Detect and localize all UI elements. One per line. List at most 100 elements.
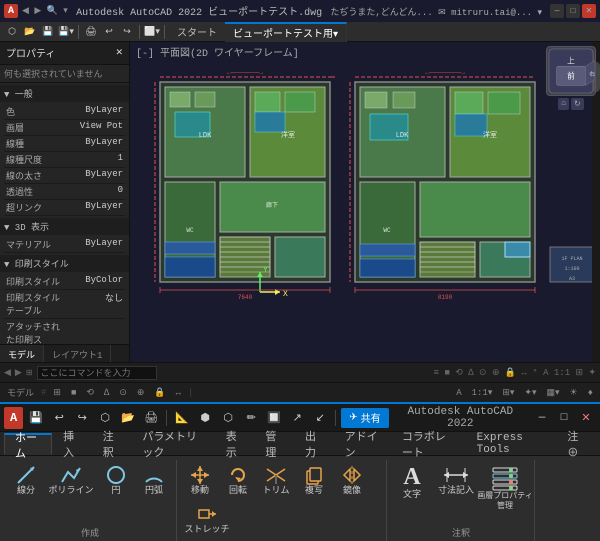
- status-viewport[interactable]: ⊞▾: [499, 388, 517, 398]
- tab-home[interactable]: ホーム: [4, 433, 52, 455]
- btn-layer-manager[interactable]: 画層プロパティ管理: [480, 462, 530, 513]
- group-modify: 移動 回転 トリム: [178, 460, 387, 541]
- qat-workspace[interactable]: ⬜▾: [144, 24, 160, 40]
- btn-copy[interactable]: 複写: [296, 462, 332, 499]
- bqat-new[interactable]: ⬡: [95, 408, 115, 428]
- status-ducs[interactable]: 🔒: [151, 388, 168, 398]
- bqat-plot[interactable]: 📐: [172, 408, 192, 428]
- window-controls-bottom: — □ ✕: [532, 408, 596, 428]
- bottom-maximize[interactable]: □: [554, 408, 574, 428]
- window-title: Autodesk AutoCAD 2022 ビューポートテスト.dwg: [68, 3, 331, 19]
- command-input[interactable]: [37, 366, 157, 380]
- status-misc[interactable]: ✦▾: [521, 388, 539, 398]
- status-workspace[interactable]: ☀: [567, 388, 581, 398]
- tab-viewport-test[interactable]: ビューポートテスト用▾: [225, 22, 347, 42]
- section-general[interactable]: ▼ 一般: [0, 85, 129, 102]
- model-indicator: ≡ ■ ⟲ ∆ ⊙ ⊕ 🔒 ↔ ° A 1:1 ⊞ ✦: [434, 368, 596, 378]
- panel-content[interactable]: ▼ 一般 色 ByLayer 画層 View Pot 線種 ByLayer 線種…: [0, 83, 129, 344]
- nav-home[interactable]: ⌂: [558, 98, 569, 110]
- bqat-print[interactable]: 🖨: [141, 408, 161, 428]
- status-ortho[interactable]: ⟲: [83, 388, 97, 398]
- status-snap[interactable]: ■: [68, 388, 79, 398]
- tab-view[interactable]: 表示: [215, 433, 255, 455]
- tab-manage[interactable]: 管理: [254, 433, 294, 455]
- bqat-undo[interactable]: ↩: [49, 408, 69, 428]
- status-scale[interactable]: 1:1▾: [469, 388, 496, 398]
- btn-move[interactable]: 移動: [182, 462, 218, 499]
- bqat-properties[interactable]: ✏: [241, 408, 261, 428]
- tab-model[interactable]: モデル: [0, 345, 44, 362]
- status-polar[interactable]: ∆: [101, 388, 112, 398]
- bqat-block[interactable]: 🔲: [264, 408, 284, 428]
- status-model[interactable]: モデル: [4, 386, 37, 399]
- tab-insert[interactable]: 挿入: [52, 433, 92, 455]
- svg-text:←—————————→: ←—————————→: [425, 69, 465, 76]
- tab-layout1[interactable]: レイアウト1: [44, 345, 111, 362]
- btn-dimension[interactable]: 寸法記入: [434, 462, 478, 499]
- btn-circle[interactable]: 円: [98, 462, 134, 499]
- qat-redo[interactable]: ↪: [119, 24, 135, 40]
- bqat-arrow1[interactable]: ↗: [287, 408, 307, 428]
- btn-rotate[interactable]: 回転: [220, 462, 256, 499]
- qat-open[interactable]: 📂: [22, 24, 38, 40]
- btn-mirror[interactable]: 鏡像: [334, 462, 370, 499]
- close-button[interactable]: ✕: [582, 4, 596, 18]
- qat-save[interactable]: 💾: [40, 24, 56, 40]
- status-otrack[interactable]: ⊕: [134, 388, 148, 398]
- minimize-button[interactable]: —: [550, 4, 564, 18]
- btn-arc[interactable]: 円弧: [136, 462, 172, 499]
- nav-cube-widget[interactable]: 上 前 右: [546, 46, 596, 96]
- bqat-redo[interactable]: ↪: [72, 408, 92, 428]
- maximize-button[interactable]: □: [566, 4, 580, 18]
- qat-print[interactable]: 🖨: [83, 24, 99, 40]
- bqat-navsw[interactable]: ⬢: [195, 408, 215, 428]
- coord-nav-right[interactable]: ▶: [15, 368, 22, 378]
- tab-start[interactable]: スタート: [169, 22, 225, 42]
- tab-addin[interactable]: アドイン: [334, 433, 391, 455]
- qat-new[interactable]: ⬡: [4, 24, 20, 40]
- btn-stretch[interactable]: ストレッチ: [182, 501, 232, 538]
- share-button[interactable]: ✈ 共有: [341, 408, 388, 428]
- title-bar: A ◀ ▶ 🔍 ▾ Autodesk AutoCAD 2022 ビューポートテス…: [0, 0, 600, 22]
- prop-row: アタッチされた印刷スタ...: [4, 319, 125, 344]
- status-isolate[interactable]: ♦: [585, 388, 596, 398]
- bottom-minimize[interactable]: —: [532, 408, 552, 428]
- btn-polyline[interactable]: ポリライン: [46, 462, 96, 499]
- tab-extra[interactable]: 注⊕: [556, 433, 596, 455]
- status-osnap[interactable]: ⊙: [116, 388, 130, 398]
- nav-orbit[interactable]: ↻: [571, 98, 584, 110]
- section-print-style[interactable]: ▼ 印刷スタイル: [0, 255, 129, 272]
- bqat-save[interactable]: 💾: [26, 408, 46, 428]
- btn-text[interactable]: A 文字: [392, 462, 432, 503]
- print-props: 印刷スタイル ByColor 印刷スタイルテーブル なし アタッチされた印刷スタ…: [0, 272, 129, 344]
- btn-trim[interactable]: トリム: [258, 462, 294, 499]
- app-icon[interactable]: A: [4, 4, 18, 18]
- app-menu-button[interactable]: A: [4, 407, 23, 429]
- bottom-close[interactable]: ✕: [576, 408, 596, 428]
- viewport-label: [-] 平面図(2D ワイヤーフレーム]: [136, 44, 299, 60]
- btn-copy-label: 複写: [305, 486, 323, 497]
- view-cube[interactable]: 上 前 右 ⌂ ↻: [546, 46, 596, 110]
- viewport[interactable]: [-] 平面図(2D ワイヤーフレーム] 上 前 右 ⌂ ↻: [130, 42, 600, 362]
- prop-row: 線の太さ ByLayer: [4, 168, 125, 184]
- app-title: Autodesk AutoCAD 2022: [392, 406, 529, 430]
- panel-close[interactable]: ✕: [115, 48, 123, 58]
- user-info[interactable]: たぢうまた,どんどん... ✉ mitruru.tai@... ▾: [330, 5, 542, 18]
- tab-parametric[interactable]: パラメトリック: [131, 433, 214, 455]
- status-display[interactable]: ▦▾: [543, 388, 562, 398]
- tab-express-tools[interactable]: Express Tools: [466, 433, 557, 455]
- section-3d[interactable]: ▼ 3D 表示: [0, 218, 129, 235]
- status-annotation[interactable]: A: [453, 388, 464, 398]
- qat-undo[interactable]: ↩: [101, 24, 117, 40]
- bqat-layermgr[interactable]: ⬡: [218, 408, 238, 428]
- coord-nav-left[interactable]: ◀: [4, 368, 11, 378]
- tab-output[interactable]: 出力: [294, 433, 334, 455]
- tab-annotate[interactable]: 注釈: [92, 433, 132, 455]
- bqat-open[interactable]: 📂: [118, 408, 138, 428]
- status-grid[interactable]: ⊞: [50, 388, 64, 398]
- qat-saveas[interactable]: 💾▾: [58, 24, 74, 40]
- status-lineweight[interactable]: ↔: [173, 388, 184, 398]
- bqat-arrow2[interactable]: ↙: [310, 408, 330, 428]
- btn-line[interactable]: 線分: [8, 462, 44, 499]
- tab-collaborate[interactable]: コラボレート: [391, 433, 466, 455]
